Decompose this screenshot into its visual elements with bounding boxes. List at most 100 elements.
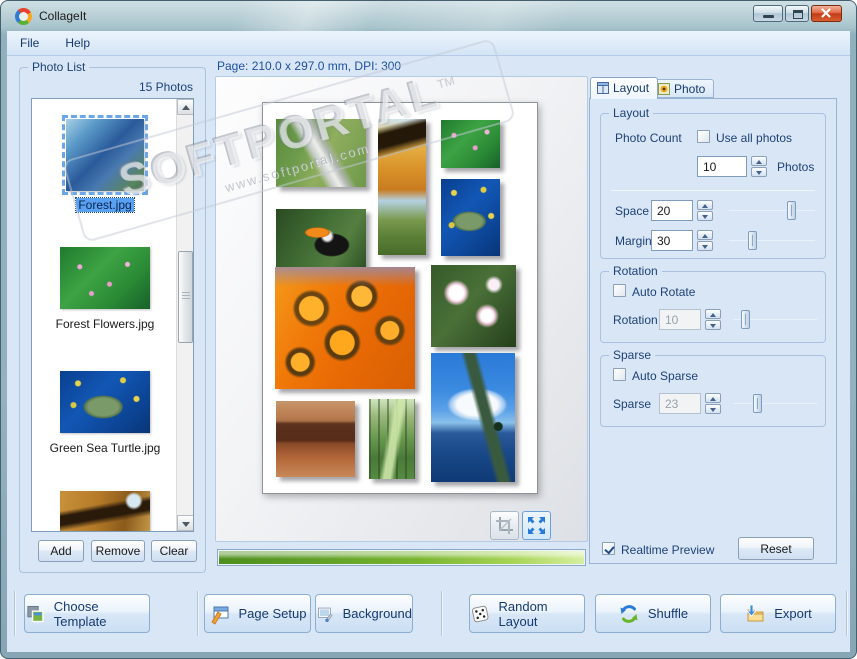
scroll-down-button[interactable]: [177, 515, 193, 531]
clear-button[interactable]: Clear: [151, 540, 197, 562]
spin-up-icon: [702, 204, 708, 208]
collage-photo-toucan[interactable]: [276, 209, 366, 271]
slider-track[interactable]: [729, 240, 815, 241]
collage-photo-river-meadow[interactable]: [276, 119, 366, 187]
spin-down-button[interactable]: [697, 241, 713, 251]
toolbar-divider: [441, 591, 443, 636]
photo-count-label: Photo Count: [615, 131, 682, 145]
background-button[interactable]: Background: [315, 594, 413, 633]
background-icon: [318, 607, 333, 622]
margin-input[interactable]: [651, 230, 693, 251]
spin-down-button[interactable]: [751, 167, 767, 177]
scrollbar-thumb[interactable]: [178, 251, 193, 343]
sparse-group-title: Sparse: [609, 348, 656, 362]
collage-photo-autumn-tree[interactable]: [378, 119, 426, 255]
crop-icon: [496, 517, 513, 534]
rotation-slider[interactable]: [733, 310, 817, 329]
page-setup-icon: [210, 606, 229, 625]
spin-up-icon: [710, 313, 716, 317]
use-all-photos-label[interactable]: Use all photos: [716, 131, 792, 145]
rotation-input[interactable]: [659, 309, 701, 330]
collage-photo-green-flowers[interactable]: [441, 120, 500, 168]
rotation-group: Rotation Auto Rotate Rotation: [600, 264, 826, 343]
tab-photo[interactable]: Photo: [651, 79, 715, 98]
spin-up-button[interactable]: [697, 230, 713, 240]
collage-photo-sea-turtle[interactable]: [441, 179, 500, 256]
collage-preview-area: [215, 76, 588, 542]
margin-slider[interactable]: [729, 231, 815, 250]
reset-button[interactable]: Reset: [738, 537, 814, 560]
photo-thumb-forest-flowers[interactable]: [60, 247, 150, 309]
collage-photo-plumeria-flowers[interactable]: [431, 265, 516, 347]
photo-thumb-green-sea-turtle[interactable]: [60, 371, 150, 433]
add-button[interactable]: Add: [38, 540, 84, 562]
remove-button[interactable]: Remove: [91, 540, 145, 562]
toolbar-divider: [197, 591, 199, 636]
progress-bar-fill: [219, 551, 584, 564]
tab-layout[interactable]: Layout: [590, 77, 659, 99]
photo-count-text: 15 Photos: [138, 80, 193, 94]
sparse-slider[interactable]: [733, 394, 817, 413]
space-input[interactable]: [651, 200, 693, 221]
photo-count-input[interactable]: [697, 156, 747, 177]
spin-down-button[interactable]: [705, 320, 721, 330]
export-button[interactable]: Export: [720, 594, 836, 633]
photo-label-forest[interactable]: Forest.jpg: [32, 197, 178, 213]
spin-up-button[interactable]: [697, 200, 713, 210]
photo-label-forest-flowers[interactable]: Forest Flowers.jpg: [32, 317, 178, 331]
slider-thumb[interactable]: [748, 231, 758, 250]
slider-track[interactable]: [733, 403, 817, 404]
spin-up-button[interactable]: [751, 156, 767, 166]
progress-bar: [217, 549, 586, 566]
spin-up-button[interactable]: [705, 393, 721, 403]
crop-tool-button[interactable]: [490, 511, 519, 540]
slider-thumb[interactable]: [786, 201, 796, 220]
slider-track[interactable]: [729, 210, 815, 211]
spin-down-button[interactable]: [697, 211, 713, 221]
slider-thumb[interactable]: [752, 394, 762, 413]
spin-down-button[interactable]: [705, 404, 721, 414]
spin-up-button[interactable]: [705, 309, 721, 319]
scroll-up-button[interactable]: [177, 99, 193, 115]
auto-rotate-label[interactable]: Auto Rotate: [632, 285, 695, 299]
photo-thumb-forest[interactable]: [62, 115, 148, 195]
auto-rotate-checkbox[interactable]: [613, 284, 626, 297]
minimize-button[interactable]: [753, 5, 783, 22]
collage-photo-ocean-pier[interactable]: [431, 353, 515, 482]
spin-down-icon: [710, 408, 716, 412]
title-bar[interactable]: CollageIt: [1, 1, 856, 31]
fit-page-tool-button[interactable]: [522, 511, 551, 540]
realtime-preview-label[interactable]: Realtime Preview: [621, 543, 714, 557]
collage-photo-monument-valley[interactable]: [276, 401, 355, 477]
realtime-preview-checkbox[interactable]: [602, 542, 615, 555]
auto-sparse-label[interactable]: Auto Sparse: [632, 369, 698, 383]
photo-thumb-autumn-partial[interactable]: [60, 491, 150, 531]
photo-list-scrollbar[interactable]: [176, 99, 193, 531]
page-setup-button[interactable]: Page Setup: [204, 594, 311, 633]
use-all-photos-checkbox[interactable]: [697, 130, 710, 143]
collage-photo-forest-path[interactable]: [369, 399, 415, 479]
photo-list-group: Photo List 15 Photos Forest.jpg Forest F…: [19, 60, 206, 573]
sidebar: Layout Photo Layout Photo Count Use all …: [589, 56, 843, 566]
layout-tab-panel: Layout Photo Count Use all photos Photos…: [589, 98, 837, 564]
menu-file[interactable]: File: [7, 32, 52, 54]
margin-label: Margin: [615, 234, 652, 248]
close-button[interactable]: [811, 5, 842, 22]
photo-list[interactable]: Forest.jpg Forest Flowers.jpg Green Sea …: [31, 98, 194, 532]
slider-thumb[interactable]: [741, 310, 751, 329]
space-slider[interactable]: [729, 201, 815, 220]
menu-bar: File Help: [7, 31, 850, 56]
choose-template-button[interactable]: Choose Template: [24, 594, 150, 633]
collage-photo-orange-daisies[interactable]: [275, 267, 415, 389]
sparse-spinner: [705, 393, 721, 415]
auto-sparse-checkbox[interactable]: [613, 368, 626, 381]
spin-down-icon: [756, 171, 762, 175]
menu-help[interactable]: Help: [52, 32, 103, 54]
shuffle-button[interactable]: Shuffle: [595, 594, 711, 633]
photo-label-green-sea-turtle[interactable]: Green Sea Turtle.jpg: [32, 441, 178, 455]
layout-group-title: Layout: [609, 106, 654, 120]
maximize-button[interactable]: [785, 5, 809, 22]
random-layout-button[interactable]: Random Layout: [469, 594, 585, 633]
sparse-input[interactable]: [659, 393, 701, 414]
template-icon: [27, 605, 44, 622]
